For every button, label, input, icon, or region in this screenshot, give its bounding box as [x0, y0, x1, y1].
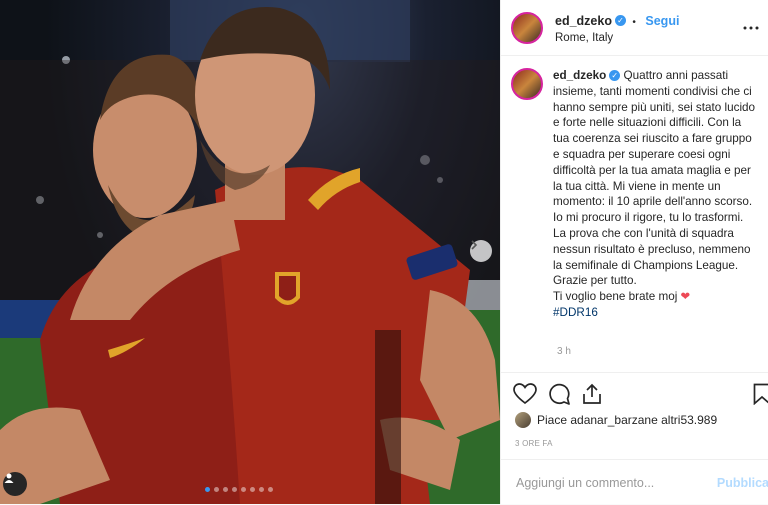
heart-outline-icon[interactable] — [513, 383, 537, 405]
carousel-dot — [241, 487, 246, 492]
caption-avatar[interactable] — [511, 68, 543, 100]
follow-button[interactable]: Segui — [645, 14, 679, 28]
carousel-dot — [268, 487, 273, 492]
carousel-next-button[interactable] — [470, 240, 492, 262]
carousel-dot — [250, 487, 255, 492]
liker-avatar[interactable] — [515, 412, 531, 428]
caption-thanks: Grazie per tutto. — [553, 274, 637, 288]
post-header: ed_dzeko ✓ • Segui Rome, Italy — [501, 0, 768, 56]
carousel-indicator — [205, 487, 273, 492]
bookmark-icon[interactable] — [753, 383, 768, 405]
verified-icon: ✓ — [614, 14, 626, 26]
comment-icon[interactable] — [548, 383, 570, 405]
likes-suffix: e altri — [651, 413, 681, 427]
liker-username[interactable]: danar_barzan — [577, 413, 651, 427]
caption-time: 3 h — [557, 346, 571, 357]
post-time-ago: 3 ORE FA — [515, 439, 553, 448]
carousel-dot — [259, 487, 264, 492]
carousel-dot — [214, 487, 219, 492]
caption-text: ed_dzeko ✓ Quattro anni passati insieme, … — [553, 68, 759, 321]
carousel-dot — [232, 487, 237, 492]
header-info: ed_dzeko ✓ • Segui Rome, Italy — [555, 12, 679, 44]
caption-username[interactable]: ed_dzeko — [553, 69, 606, 82]
share-icon[interactable] — [581, 383, 603, 405]
post-photo[interactable] — [0, 0, 500, 504]
carousel-dot — [223, 487, 228, 492]
caption-block: ed_dzeko ✓ Quattro anni passati insieme, … — [511, 68, 763, 321]
heart-emoji-icon: ❤ — [680, 290, 691, 304]
photo-illustration — [0, 0, 500, 504]
publish-button[interactable]: Pubblica — [717, 476, 768, 490]
header-top-line: ed_dzeko ✓ • Segui — [555, 12, 679, 30]
comment-form: Pubblica — [501, 459, 768, 505]
likes-prefix: Piace a — [537, 413, 578, 427]
tagged-users-button[interactable] — [3, 472, 27, 496]
header-username[interactable]: ed_dzeko — [555, 14, 612, 28]
more-options-icon[interactable] — [743, 26, 759, 30]
caption-body: Quattro anni passati insieme, tanti mome… — [553, 69, 756, 272]
carousel-dot — [205, 487, 210, 492]
verified-icon: ✓ — [609, 70, 621, 82]
user-icon — [4, 473, 14, 483]
separator: • — [632, 16, 636, 28]
avatar[interactable] — [511, 11, 543, 44]
comment-input[interactable] — [514, 474, 709, 491]
location-link[interactable]: Rome, Italy — [555, 32, 679, 44]
chevron-right-icon — [471, 240, 478, 250]
likes-count[interactable]: 53.989 — [680, 413, 717, 427]
likes-summary: Piace a danar_barzan e altri 53.989 — [515, 412, 717, 428]
post-side-panel: ed_dzeko ✓ • Segui Rome, Italy ed_dzeko ✓ … — [500, 0, 768, 504]
hashtag-link[interactable]: #DDR16 — [553, 306, 598, 319]
caption-love: Ti voglio bene brate moj — [553, 290, 681, 304]
